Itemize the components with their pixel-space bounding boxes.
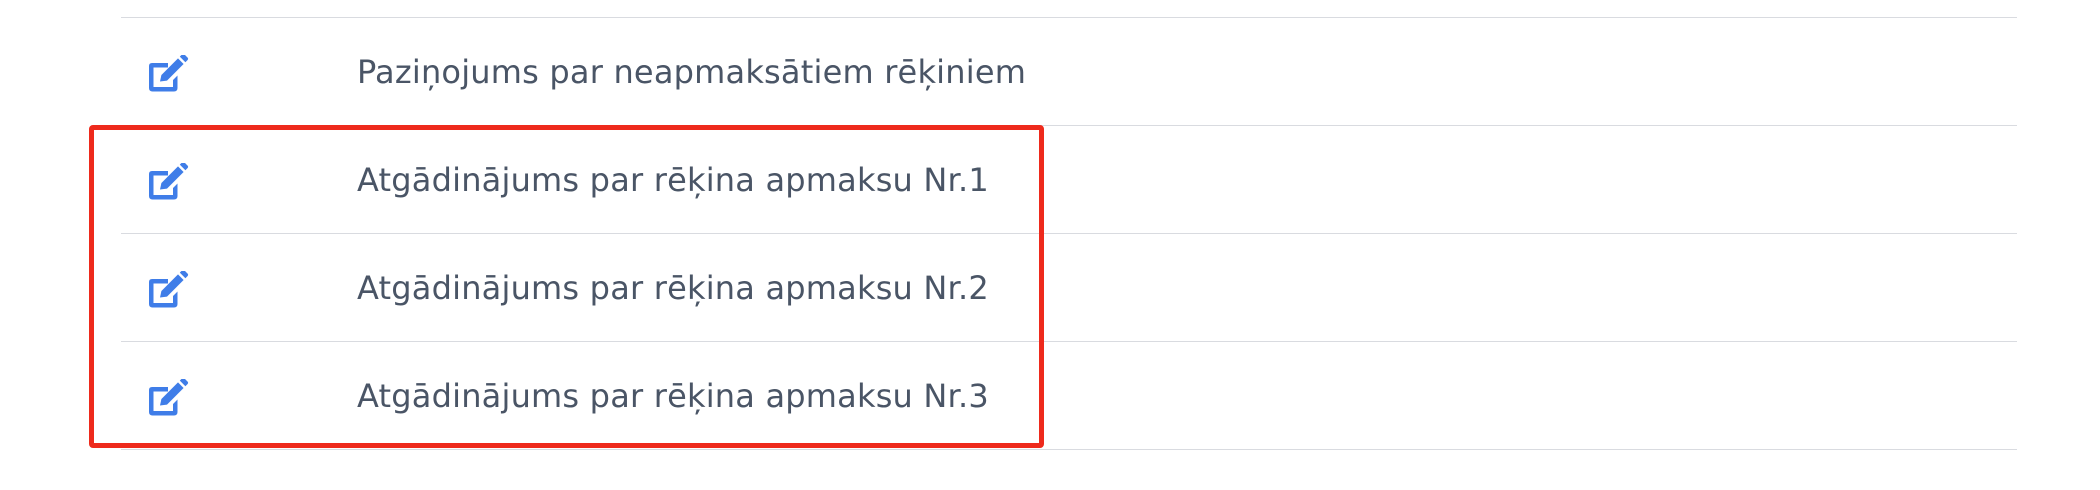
- edit-icon[interactable]: [145, 379, 189, 419]
- list-item: Atgādinājums par rēķina apmaksu Nr.2: [121, 234, 2017, 342]
- list-item: Atgādinājums par rēķina apmaksu Nr.3: [121, 342, 2017, 450]
- edit-icon[interactable]: [145, 55, 189, 95]
- edit-icon[interactable]: [145, 271, 189, 311]
- list-item-label[interactable]: Atgādinājums par rēķina apmaksu Nr.2: [357, 266, 989, 310]
- list-item-label[interactable]: Paziņojums par neapmaksātiem rēķiniem: [357, 50, 1026, 94]
- list-item-label[interactable]: Atgādinājums par rēķina apmaksu Nr.3: [357, 374, 989, 418]
- edit-icon[interactable]: [145, 163, 189, 203]
- list-item-label[interactable]: Atgādinājums par rēķina apmaksu Nr.1: [357, 158, 989, 202]
- template-list: Paziņojums par neapmaksātiem rēķiniem At…: [121, 17, 2017, 450]
- list-item: Paziņojums par neapmaksātiem rēķiniem: [121, 18, 2017, 126]
- list-item: Atgādinājums par rēķina apmaksu Nr.1: [121, 126, 2017, 234]
